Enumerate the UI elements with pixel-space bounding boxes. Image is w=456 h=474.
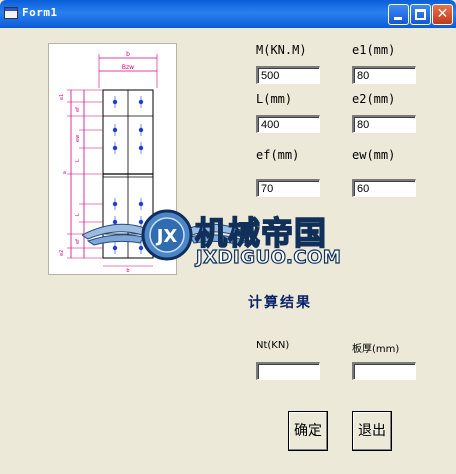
label-m: M(KN.M) <box>256 43 307 57</box>
output-thickness[interactable] <box>352 362 416 380</box>
close-button[interactable]: ✕ <box>432 4 453 25</box>
dim-ew-top: ew <box>75 135 81 142</box>
label-ef: ef(mm) <box>256 148 300 162</box>
dim-l-bottom: L <box>75 213 81 216</box>
label-e2: e2(mm) <box>352 92 396 106</box>
input-ef[interactable]: 70 <box>256 179 320 197</box>
label-l: L(mm) <box>256 92 293 106</box>
maximize-icon <box>415 9 426 20</box>
dim-ef-top: ef <box>75 107 81 112</box>
label-ew: ew(mm) <box>352 148 396 162</box>
input-e2[interactable]: 80 <box>352 115 416 133</box>
dim-a: a <box>63 170 66 176</box>
label-e1: e1(mm) <box>352 43 396 57</box>
form-icon <box>4 7 18 19</box>
dim-ef-bottom: ef <box>75 239 81 244</box>
dim-l-top: L <box>75 159 81 162</box>
title-bar[interactable]: Form1 ✕ <box>0 0 456 28</box>
input-ew[interactable]: 60 <box>352 179 416 197</box>
input-m[interactable]: 500 <box>256 66 320 84</box>
input-e1[interactable]: 80 <box>352 66 416 84</box>
ok-button[interactable]: 确定 <box>288 411 328 451</box>
watermark-badge: JX <box>155 226 178 247</box>
dim-bzw: Bzw <box>122 64 134 71</box>
label-thickness: 板厚(mm) <box>352 344 400 355</box>
output-nt[interactable] <box>256 362 320 380</box>
results-title: 计算结果 <box>248 295 312 311</box>
exit-button[interactable]: 退出 <box>352 411 392 451</box>
watermark-en: JXDIGUO.COM <box>195 246 342 268</box>
minimize-icon <box>394 17 402 20</box>
dim-e2-bottom: e2 <box>59 250 65 256</box>
close-icon: ✕ <box>436 6 449 22</box>
dim-b-top: b <box>126 51 130 58</box>
window-title: Form1 <box>22 6 58 19</box>
label-nt: Nt(KN) <box>256 340 290 351</box>
input-l[interactable]: 400 <box>256 115 320 133</box>
dim-e1-top: e1 <box>59 94 65 100</box>
minimize-button[interactable] <box>388 4 409 25</box>
maximize-button[interactable] <box>410 4 431 25</box>
